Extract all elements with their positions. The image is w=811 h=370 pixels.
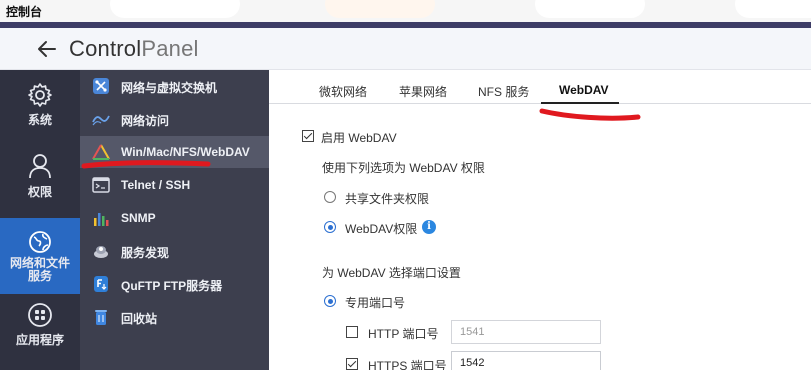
rail-item-label-line2: 服务 xyxy=(27,269,52,283)
tab-apple-networking[interactable]: 苹果网络 xyxy=(399,83,447,100)
subnav-item-label: Telnet / SSH xyxy=(121,178,191,192)
shared-folder-permission-label: 共享文件夹权限 xyxy=(345,192,430,206)
rail-item-privilege[interactable]: 权限 xyxy=(0,152,80,212)
window-title: 控制台 xyxy=(6,5,43,19)
http-port-checkbox[interactable] xyxy=(346,326,358,338)
permission-heading: 使用下列选项为 WebDAV 权限 xyxy=(322,161,485,175)
enable-webdav-label: 启用 WebDAV xyxy=(321,131,397,145)
subnav-item-label: 回收站 xyxy=(121,312,158,326)
titlebar-decoration xyxy=(535,0,645,18)
apps-grid-icon xyxy=(28,303,52,327)
tab-webdav[interactable]: WebDAV xyxy=(559,83,609,97)
http-port-label: HTTP 端口号 xyxy=(368,327,439,341)
subnav-item-network-virtual-switch[interactable]: 网络与虚拟交换机 xyxy=(80,70,269,102)
globe-icon xyxy=(29,231,51,253)
subnav-item-label: QuFTP FTP服务器 xyxy=(121,279,223,293)
user-icon xyxy=(29,154,51,179)
subnav-item-label: 网络访问 xyxy=(121,114,170,128)
gear-icon xyxy=(28,83,52,107)
titlebar-decoration xyxy=(325,0,435,18)
snmp-chart-icon xyxy=(94,213,109,226)
service-discovery-icon xyxy=(94,246,108,258)
titlebar-decoration xyxy=(110,0,240,18)
network-switch-icon xyxy=(93,78,109,94)
rail-item-label: 系统 xyxy=(27,113,52,127)
rail-item-applications[interactable]: 应用程序 xyxy=(0,302,80,362)
info-icon[interactable]: i xyxy=(422,220,436,234)
dedicated-port-label: 专用端口号 xyxy=(345,296,406,310)
http-port-input[interactable] xyxy=(451,320,601,344)
subnav-item-network-access[interactable]: 网络访问 xyxy=(80,103,269,135)
red-highlight-mark xyxy=(539,108,641,121)
main-category-rail: 系统 权限 网络和文件 服务 应用程序 xyxy=(0,70,80,370)
tab-nfs-service[interactable]: NFS 服务 xyxy=(478,83,529,100)
network-access-icon xyxy=(92,115,110,126)
app-header: ControlPanel xyxy=(0,28,811,70)
subnav-item-recycle-bin[interactable]: 回收站 xyxy=(80,301,269,333)
titlebar-decoration xyxy=(735,0,811,18)
rail-item-label: 应用程序 xyxy=(15,333,64,347)
sub-navigation: 网络与虚拟交换机 网络访问 Win/Mac/NFS/WebDAV Telnet … xyxy=(80,70,269,370)
terminal-icon xyxy=(92,177,110,193)
app-title-main: Control xyxy=(69,36,142,61)
rail-item-label-line1: 网络和文件 xyxy=(9,256,70,270)
subnav-item-label: 网络与虚拟交换机 xyxy=(121,81,218,95)
dedicated-port-radio[interactable] xyxy=(324,295,336,307)
https-port-label: HTTPS 端口号 xyxy=(368,359,447,370)
rail-item-label: 权限 xyxy=(27,185,52,199)
red-highlight-mark xyxy=(81,160,211,169)
recycle-bin-icon xyxy=(95,310,107,325)
subnav-item-label: 服务发现 xyxy=(121,246,170,260)
rail-item-system[interactable]: 系统 xyxy=(0,82,80,142)
subnav-item-quftp[interactable]: QuFTP FTP服务器 xyxy=(80,268,269,300)
ftp-icon xyxy=(94,276,108,292)
rail-item-network-file-services[interactable]: 网络和文件 服务 xyxy=(0,218,80,294)
subnav-item-label: SNMP xyxy=(121,211,156,225)
subnav-item-snmp[interactable]: SNMP xyxy=(80,202,269,234)
app-title-light: Panel xyxy=(141,36,199,61)
port-heading: 为 WebDAV 选择端口设置 xyxy=(322,266,461,280)
window-titlebar: 控制台 xyxy=(0,0,811,22)
enable-webdav-checkbox[interactable] xyxy=(302,130,314,142)
subnav-item-service-discovery[interactable]: 服务发现 xyxy=(80,235,269,267)
webdav-permission-label: WebDAV权限 xyxy=(345,222,418,236)
back-arrow-icon[interactable] xyxy=(36,38,58,60)
shared-folder-permission-radio[interactable] xyxy=(324,191,336,203)
tab-microsoft-networking[interactable]: 微软网络 xyxy=(319,83,367,100)
https-port-input[interactable] xyxy=(451,351,601,370)
https-port-checkbox[interactable] xyxy=(346,358,358,370)
app-title: ControlPanel xyxy=(69,36,199,62)
webdav-permission-radio[interactable] xyxy=(324,221,336,233)
service-tabs: 微软网络 苹果网络 NFS 服务 WebDAV xyxy=(269,70,811,104)
